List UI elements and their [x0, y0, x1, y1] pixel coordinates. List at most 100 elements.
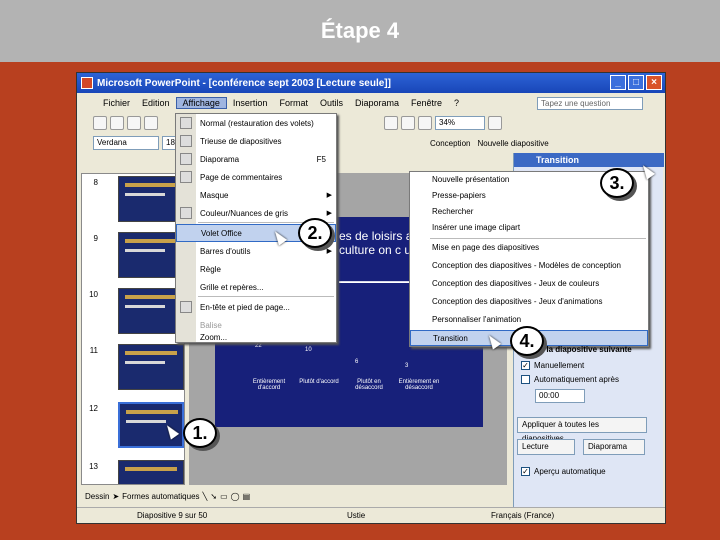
close-button[interactable]: ×: [646, 75, 662, 90]
submenu-arrow-icon: ▶: [326, 210, 332, 217]
menu-item-regle[interactable]: Règle: [176, 260, 336, 278]
text-icon[interactable]: [418, 116, 432, 130]
save-icon[interactable]: [127, 116, 141, 130]
thumb-slide[interactable]: 13: [84, 460, 184, 484]
menu-item-zoom[interactable]: Zoom...: [176, 330, 336, 344]
callout-3: 3.: [600, 168, 634, 198]
task-item[interactable]: Mise en page des diapositives: [410, 240, 648, 256]
powerpoint-window: Microsoft PowerPoint - [conférence sept …: [76, 72, 666, 524]
chart-category: Entièrement en désaccord: [398, 379, 440, 391]
print-icon[interactable]: [144, 116, 158, 130]
menu-diaporama[interactable]: Diaporama: [349, 98, 405, 108]
thumb-image[interactable]: [118, 344, 184, 390]
task-item[interactable]: Conception des diapositives - Modèles de…: [410, 258, 648, 274]
header-footer-icon: [180, 301, 192, 313]
task-item[interactable]: Conception des diapositives - Jeux de co…: [410, 276, 648, 292]
manual-checkbox-row[interactable]: ✓ Manuellement: [521, 361, 584, 371]
thumb-image-selected[interactable]: [118, 402, 184, 448]
powerpoint-app-icon: [81, 77, 93, 89]
callout-1: 1.: [183, 418, 217, 448]
status-bar: Diapositive 9 sur 50 Ustie Français (Fra…: [77, 507, 665, 523]
thumb-number: 9: [93, 234, 98, 243]
callout-4: 4.: [510, 326, 544, 356]
notes-icon: [180, 171, 192, 183]
auto-preview-row[interactable]: ✓ Aperçu automatique: [521, 467, 606, 477]
menu-affichage[interactable]: Affichage: [175, 97, 227, 109]
textbox-icon[interactable]: ▤: [243, 492, 251, 501]
status-design: Ustie: [347, 511, 366, 520]
menu-item-diaporama[interactable]: Diaporama F5: [176, 150, 336, 168]
thumb-slide[interactable]: 8: [84, 176, 184, 232]
open-icon[interactable]: [110, 116, 124, 130]
thumb-slide[interactable]: 11: [84, 344, 184, 400]
menu-item-grille[interactable]: Grille et repères...: [176, 278, 336, 296]
advance-heading: e à la diapositive suivante: [533, 345, 632, 354]
menu-item-normal[interactable]: Normal (restauration des volets): [176, 114, 336, 132]
check-icon[interactable]: ✓: [521, 467, 530, 477]
chart-category: Entièrement d'accord: [252, 379, 286, 391]
arrow-icon[interactable]: ➘: [210, 492, 217, 501]
apply-all-button[interactable]: Appliquer à toutes les diapositives: [517, 417, 647, 443]
new-slide-button[interactable]: Nouvelle diapositive: [477, 139, 548, 148]
thumb-slide[interactable]: 9: [84, 232, 184, 288]
slideshow-button[interactable]: Diaporama: [583, 439, 645, 455]
thumb-image[interactable]: [118, 460, 184, 484]
menu-item-entete[interactable]: En-tête et pied de page...: [176, 298, 336, 316]
minimize-button[interactable]: _: [610, 75, 626, 90]
menu-item-commentaires[interactable]: Page de commentaires: [176, 168, 336, 186]
task-item[interactable]: Insérer une image clipart: [410, 220, 648, 236]
chart-icon[interactable]: [384, 116, 398, 130]
menu-help[interactable]: ?: [448, 98, 465, 108]
menu-format[interactable]: Format: [273, 98, 314, 108]
autoshapes-menu[interactable]: Formes automatiques: [122, 492, 199, 501]
normal-view-icon: [180, 117, 192, 129]
chart-value: 6: [355, 359, 359, 365]
window-title: Microsoft PowerPoint - [conférence sept …: [97, 77, 391, 89]
check-icon[interactable]: ✓: [521, 361, 530, 371]
zoom-select[interactable]: 34%: [435, 116, 485, 130]
help-icon[interactable]: [488, 116, 502, 130]
maximize-button[interactable]: □: [628, 75, 644, 90]
checkbox[interactable]: [521, 375, 530, 385]
conception-button[interactable]: Conception: [430, 139, 470, 148]
line-icon[interactable]: ╲: [203, 492, 208, 501]
oval-icon[interactable]: ◯: [231, 492, 240, 501]
menu-edition[interactable]: Edition: [136, 98, 176, 108]
time-input[interactable]: 00:00: [535, 389, 585, 403]
pointer-icon[interactable]: ➤: [112, 492, 119, 501]
callout-2: 2.: [298, 218, 332, 248]
ask-question-input[interactable]: Tapez une question: [537, 97, 643, 110]
submenu-arrow-icon: ▶: [326, 248, 332, 255]
rectangle-icon[interactable]: ▭: [220, 492, 228, 501]
chart-category: Plutôt en désaccord: [355, 379, 383, 391]
play-button[interactable]: Lecture: [517, 439, 575, 455]
auto-after-checkbox-row[interactable]: Automatiquement après: [521, 375, 619, 385]
menu-fenetre[interactable]: Fenêtre: [405, 98, 448, 108]
menu-fichier[interactable]: Fichier: [97, 98, 136, 108]
slideshow-icon: [180, 153, 192, 165]
status-language: Français (France): [491, 511, 555, 520]
standard-toolbar: 34%: [81, 113, 663, 133]
menu-item-masque[interactable]: Masque ▶: [176, 186, 336, 204]
thumb-slide[interactable]: 10: [84, 288, 184, 344]
formatting-toolbar: Verdana 18 Conception Nouvelle diapositi…: [81, 133, 663, 153]
task-item[interactable]: Conception des diapositives - Jeux d'ani…: [410, 294, 648, 310]
table-icon[interactable]: [401, 116, 415, 130]
thumb-number: 10: [89, 290, 98, 299]
dessin-menu[interactable]: Dessin: [85, 492, 109, 501]
menu-item-trieuse[interactable]: Trieuse de diapositives: [176, 132, 336, 150]
thumb-number: 8: [93, 178, 98, 187]
thumb-number: 11: [89, 346, 98, 355]
slide-chart: 22 10 6 3 Entièrement d'accord Plutôt d'…: [245, 341, 445, 409]
new-icon[interactable]: [93, 116, 107, 130]
chart-value: 3: [405, 363, 409, 369]
menu-insertion[interactable]: Insertion: [227, 98, 274, 108]
menu-outils[interactable]: Outils: [314, 98, 349, 108]
task-item[interactable]: Rechercher: [410, 204, 648, 220]
color-icon: [180, 207, 192, 219]
slide-header: Étape 4: [0, 0, 720, 62]
title-bar: Microsoft PowerPoint - [conférence sept …: [77, 73, 665, 93]
thumb-number: 13: [89, 462, 98, 471]
font-select[interactable]: Verdana: [93, 136, 159, 150]
slide-heading: Étape 4: [320, 18, 400, 43]
